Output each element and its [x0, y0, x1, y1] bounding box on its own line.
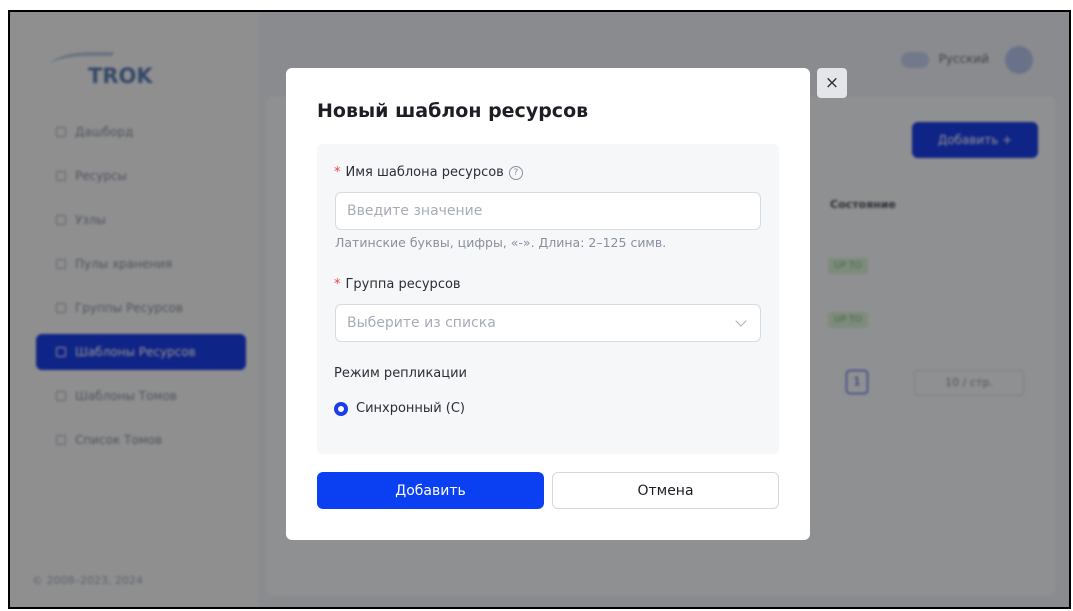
group-field-label: * Группа ресурсов — [334, 277, 461, 292]
required-mark: * — [334, 165, 341, 180]
template-name-input[interactable] — [335, 192, 761, 230]
help-icon[interactable]: ? — [508, 165, 523, 180]
radio-sync[interactable]: Синхронный (C) — [334, 401, 465, 416]
name-field-label: * Имя шаблона ресурсов ? — [334, 165, 523, 180]
new-resource-template-dialog: Новый шаблон ресурсов * Имя шаблона ресу… — [286, 68, 810, 540]
name-label-text: Имя шаблона ресурсов — [345, 165, 504, 180]
dialog-title: Новый шаблон ресурсов — [317, 100, 589, 122]
select-placeholder: Выберите из списка — [347, 315, 496, 331]
close-icon[interactable]: × — [817, 68, 847, 98]
group-label-text: Группа ресурсов — [345, 277, 461, 292]
radio-label: Синхронный (C) — [356, 401, 465, 416]
form-panel: * Имя шаблона ресурсов ? Латинские буквы… — [317, 144, 779, 454]
replication-mode-label: Режим репликации — [334, 366, 468, 381]
cancel-button[interactable]: Отмена — [552, 472, 779, 509]
submit-button[interactable]: Добавить — [317, 472, 544, 509]
radio-selected-icon[interactable] — [334, 401, 348, 416]
resource-group-select[interactable]: Выберите из списка — [335, 304, 761, 342]
required-mark: * — [334, 277, 341, 292]
name-hint: Латинские буквы, цифры, «-». Длина: 2–12… — [335, 235, 667, 250]
chevron-down-icon — [735, 315, 747, 327]
